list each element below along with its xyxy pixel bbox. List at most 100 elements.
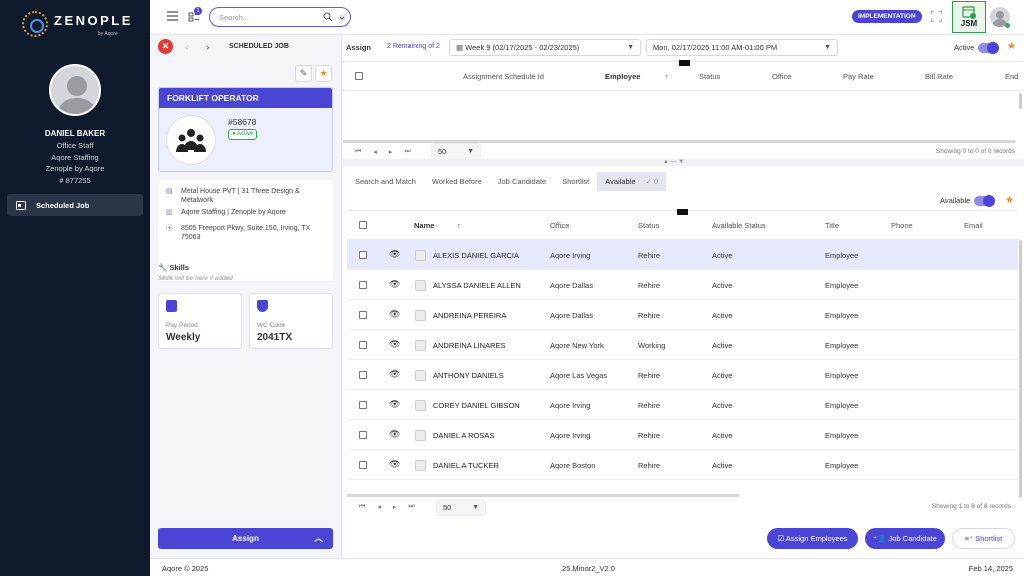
- select-all-checkbox[interactable]: [359, 221, 367, 229]
- col-phone[interactable]: Phone: [891, 221, 913, 230]
- first-page-icon[interactable]: ⏮: [359, 503, 365, 511]
- next-page-icon[interactable]: ▸: [389, 148, 393, 156]
- hamburger-menu-icon[interactable]: [167, 11, 178, 21]
- row-checkbox[interactable]: [359, 311, 367, 319]
- col-bill-rate[interactable]: Bill Rate: [925, 72, 953, 81]
- col-available-status[interactable]: Available Status: [712, 221, 766, 230]
- col-office[interactable]: Office: [772, 72, 791, 81]
- row-checkbox[interactable]: [359, 431, 367, 439]
- select-all-checkbox[interactable]: [355, 72, 363, 80]
- week-select[interactable]: ▦ Week 9 (02/17/2025 - 02/23/2025) ▼: [449, 39, 641, 56]
- last-page-icon[interactable]: ⏭: [404, 148, 410, 156]
- tab-job-candidate[interactable]: Job Candidate: [490, 172, 554, 191]
- shortlist-button[interactable]: ≡⁺ Shortlist: [952, 528, 1015, 549]
- col-title[interactable]: Title: [825, 221, 839, 230]
- candidate-name[interactable]: DANIEL A ROSAS: [433, 431, 494, 440]
- table-row[interactable]: 👁 DANIEL A ROSAS Aqore Irving Rehire Active E…: [347, 420, 1018, 450]
- candidate-status: Rehire: [638, 401, 661, 410]
- next-page-icon[interactable]: ▸: [393, 503, 397, 511]
- eye-icon[interactable]: 👁: [389, 369, 400, 380]
- job-candidate-button[interactable]: ⁺👤 Job Candidate: [865, 528, 945, 549]
- table-row[interactable]: 👁 ANDREINA LINARES Aqore New York Working Ac…: [347, 330, 1018, 360]
- splitter-handle-icon[interactable]: ▲ — ▼: [663, 159, 684, 165]
- last-page-icon[interactable]: ⏭: [408, 503, 414, 511]
- available-toggle[interactable]: [974, 195, 995, 207]
- eye-icon[interactable]: 👁: [389, 429, 400, 440]
- chevron-down-icon[interactable]: [338, 14, 346, 22]
- col-end[interactable]: End: [1005, 72, 1018, 81]
- candidate-name[interactable]: ANDREINA LINARES: [433, 341, 506, 350]
- candidate-name[interactable]: ALYSSA DANIELE ALLEN: [433, 281, 521, 290]
- table-row[interactable]: 👁 ALEXIS DANIEL GARCIA Aqore Irving Rehire A…: [347, 240, 1018, 270]
- active-toggle[interactable]: [978, 42, 999, 54]
- favorite-button[interactable]: ★: [315, 65, 332, 82]
- col-pay-rate[interactable]: Pay Rate: [843, 72, 874, 81]
- row-checkbox[interactable]: [359, 401, 367, 409]
- sort-up-icon[interactable]: ↑: [457, 221, 461, 230]
- tab-shortlist[interactable]: Shortlist: [554, 172, 597, 191]
- prev-page-icon[interactable]: ◂: [373, 148, 377, 156]
- row-checkbox[interactable]: [359, 461, 367, 469]
- horizontal-scrollbar[interactable]: [347, 494, 739, 497]
- table-row[interactable]: 👁 ALYSSA DANIELE ALLEN Aqore Dallas Rehire A…: [347, 270, 1018, 300]
- vertical-scrollbar[interactable]: [1019, 240, 1022, 498]
- jsm-app-button[interactable]: JSM: [952, 1, 986, 33]
- close-button[interactable]: ✕: [158, 39, 173, 54]
- col-employee[interactable]: Employee: [605, 72, 640, 81]
- candidate-name[interactable]: ANTHONY DANIELS: [433, 371, 504, 380]
- table-row[interactable]: 👁 COREY DANIEL GIBSON Aqore Irving Rehire Ac…: [347, 390, 1018, 420]
- tab-worked-before[interactable]: Worked Before: [424, 172, 490, 191]
- candidate-name[interactable]: COREY DANIEL GIBSON: [433, 401, 520, 410]
- profile-avatar[interactable]: [49, 64, 101, 116]
- eye-icon[interactable]: 👁: [389, 399, 400, 410]
- candidate-name[interactable]: DANIEL A TUCKER: [433, 461, 499, 470]
- row-checkbox[interactable]: [359, 281, 367, 289]
- column-menu-icon[interactable]: [679, 60, 690, 66]
- edit-button[interactable]: ✎: [295, 65, 312, 82]
- search-icon[interactable]: [323, 12, 333, 22]
- prev-page-icon[interactable]: ◂: [377, 503, 381, 511]
- page-size-select[interactable]: 50 ▼: [436, 499, 486, 516]
- shift-select[interactable]: Mon, 02/17/2025 11:00 AM-01:00 PM ▼: [646, 39, 838, 56]
- sort-up-icon[interactable]: ↑: [665, 72, 669, 81]
- row-checkbox[interactable]: [359, 371, 367, 379]
- assign-button[interactable]: Assign ︿: [158, 528, 333, 549]
- fullscreen-icon[interactable]: [931, 11, 942, 22]
- tab-available[interactable]: Available ✓ 0: [597, 172, 667, 191]
- candidate-name[interactable]: ALEXIS DANIEL GARCIA: [433, 251, 519, 260]
- col-office[interactable]: Office: [550, 221, 569, 230]
- col-status[interactable]: Status: [638, 221, 659, 230]
- table-row[interactable]: 👁 ANDREINA PEREIRA Aqore Dallas Rehire Activ…: [347, 300, 1018, 330]
- first-page-icon[interactable]: ⏮: [355, 148, 361, 156]
- star-icon[interactable]: ★: [1005, 195, 1014, 206]
- global-search-input[interactable]: Search...: [209, 7, 351, 27]
- vertical-scrollbar[interactable]: [1019, 93, 1022, 109]
- row-checkbox[interactable]: [359, 251, 367, 259]
- previous-icon[interactable]: ‹: [185, 42, 188, 53]
- eye-icon[interactable]: 👁: [389, 279, 400, 290]
- column-menu-icon[interactable]: [677, 209, 688, 215]
- row-checkbox[interactable]: [359, 341, 367, 349]
- table-row[interactable]: 👁 ANTHONY DANIELS Aqore Las Vegas Rehire Act…: [347, 360, 1018, 390]
- eye-icon[interactable]: 👁: [389, 339, 400, 350]
- table-row[interactable]: 👁 DANIEL A TUCKER Aqore Boston Rehire Active…: [347, 450, 1018, 480]
- candidate-name[interactable]: ANDREINA PEREIRA: [433, 311, 506, 320]
- star-icon[interactable]: ★: [1007, 41, 1016, 52]
- notification-count-badge: 1: [194, 7, 202, 15]
- col-name[interactable]: Name: [414, 221, 434, 230]
- tab-search-and-match[interactable]: Search and Match: [347, 172, 424, 191]
- col-status[interactable]: Status: [699, 72, 720, 81]
- eye-icon[interactable]: 👁: [389, 309, 400, 320]
- assign-employees-button[interactable]: ☑ Assign Employees: [767, 528, 858, 549]
- candidate-office: Aqore Dallas: [550, 311, 593, 320]
- col-assignment-schedule-id[interactable]: Assignment Schedule Id: [463, 72, 544, 81]
- page-size-select[interactable]: 50 ▼: [431, 143, 481, 160]
- calendar-icon: ▦: [456, 43, 466, 52]
- sidebar-item-scheduled-job[interactable]: Scheduled Job: [7, 194, 143, 216]
- checkbox-icon: ☑: [777, 534, 786, 543]
- eye-icon[interactable]: 👁: [389, 459, 400, 470]
- eye-icon[interactable]: 👁: [389, 249, 400, 260]
- col-email[interactable]: Email: [964, 221, 983, 230]
- next-icon[interactable]: ›: [206, 42, 209, 53]
- pay-period-value: Weekly: [166, 332, 201, 343]
